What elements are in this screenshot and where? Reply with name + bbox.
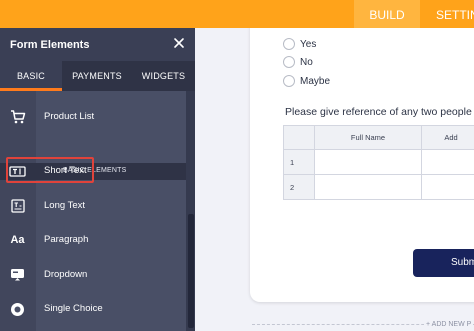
radio-label: No [300,56,313,68]
single-choice-icon [9,302,26,316]
close-icon[interactable] [173,37,185,51]
submit-button[interactable]: Subm [413,249,474,277]
table-row-number: 1 [283,149,315,175]
element-label: Dropdown [44,269,88,280]
table-input-cell[interactable] [314,149,422,175]
scrollbar-thumb[interactable] [188,214,194,328]
radio-option-no[interactable]: No [283,54,313,70]
tab-widgets[interactable]: WIDGETS [132,61,195,91]
table-header-cell: Add [421,125,474,150]
add-new-page-link[interactable]: + ADD NEW P [424,321,474,328]
table-input-cell[interactable] [421,174,474,200]
tab-settings[interactable]: SETTIN [422,0,474,28]
paragraph-icon: Aa [10,234,25,246]
cart-icon [9,110,26,124]
panel-header: Form Elements [0,28,195,61]
element-single-choice[interactable]: Single Choice [0,292,186,326]
element-label: Product List [44,111,95,122]
tab-build[interactable]: BUILD [354,0,420,28]
table-corner-cell [283,125,315,150]
radio-circle-icon [283,56,295,68]
selection-highlight [6,157,94,183]
element-paragraph[interactable]: Aa Paragraph [0,223,186,257]
tab-payments[interactable]: PAYMENTS [62,61,132,91]
element-long-text[interactable]: Long Text [0,189,186,223]
radio-circle-icon [283,38,295,50]
top-bar: BUILD SETTIN [0,0,474,28]
dropdown-icon [9,268,26,282]
table-input-cell[interactable] [421,149,474,175]
element-label: Paragraph [44,234,89,245]
radio-circle-icon [283,75,295,87]
radio-label: Maybe [300,75,331,87]
table-header-cell: Full Name [314,125,422,150]
element-label: Long Text [44,200,86,211]
element-label: Single Choice [44,303,103,314]
panel-tabs: BASIC PAYMENTS WIDGETS [0,61,195,91]
panel-title: Form Elements [10,39,90,51]
element-product-list[interactable]: Product List [0,100,186,134]
element-dropdown[interactable]: Dropdown [0,258,186,292]
tab-basic[interactable]: BASIC [0,61,62,91]
table-input-cell[interactable] [314,174,422,200]
question-label: Please give reference of any two people [285,106,472,118]
table-row-number: 2 [283,174,315,200]
radio-option-yes[interactable]: Yes [283,36,316,52]
radio-label: Yes [300,38,317,50]
long-text-icon [9,199,26,213]
radio-option-maybe[interactable]: Maybe [283,73,330,89]
